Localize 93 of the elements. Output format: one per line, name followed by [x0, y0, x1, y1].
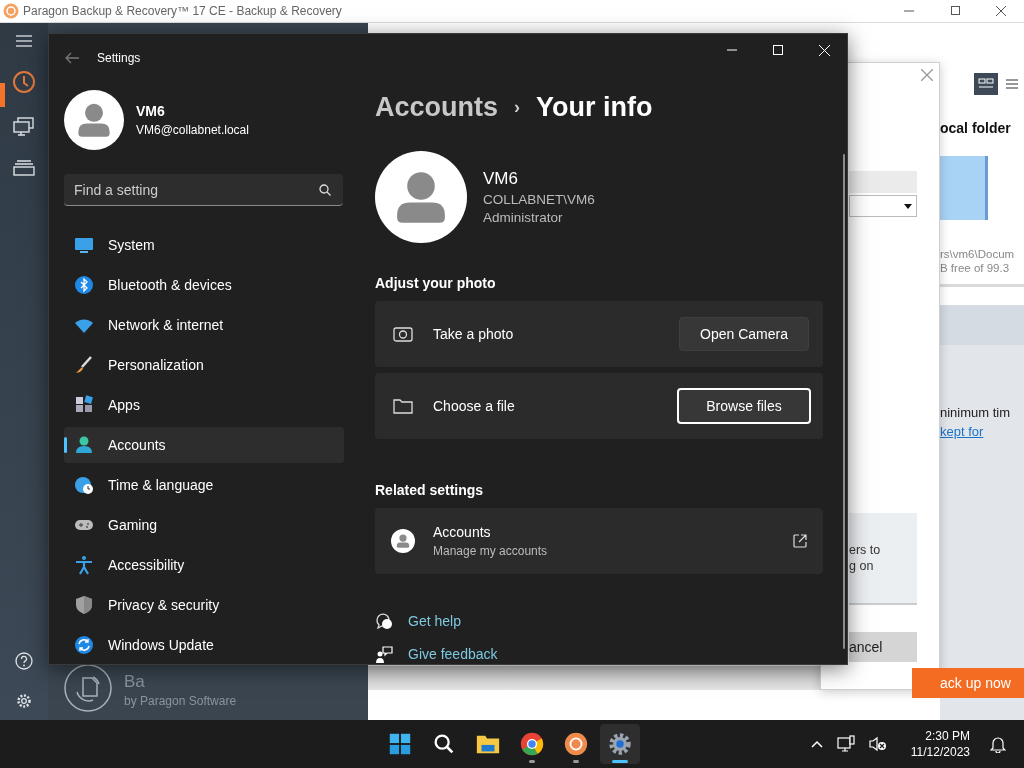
chevron-up-icon[interactable]	[810, 740, 823, 748]
window-title: Settings	[97, 51, 141, 65]
profile-name: VM6	[483, 169, 519, 189]
feedback-icon	[375, 645, 393, 663]
shield-icon	[74, 595, 94, 615]
clock-time[interactable]: 2:30 PM	[925, 728, 970, 744]
globe-icon	[74, 475, 94, 495]
breadcrumb-separator: ›	[514, 97, 521, 118]
clock-icon[interactable]	[12, 70, 36, 94]
page-title: Your info	[536, 92, 653, 123]
brush-icon	[74, 355, 94, 375]
clock-date[interactable]: 11/12/2023	[910, 744, 970, 760]
person-icon	[74, 435, 94, 455]
network-icon[interactable]	[836, 735, 855, 753]
nav-item[interactable]: Apps	[64, 387, 344, 423]
grid-view-icon[interactable]	[974, 73, 998, 95]
setting-label: Choose a file	[433, 398, 515, 414]
monitor-icon	[74, 235, 94, 255]
note-text: g on	[849, 559, 875, 573]
breadcrumb-link[interactable]: Accounts	[375, 92, 499, 123]
vendor-name: by Paragon Software	[124, 694, 237, 708]
related-title: Accounts	[433, 524, 492, 540]
back-arrow-icon[interactable]	[65, 52, 79, 64]
text-field[interactable]	[849, 171, 917, 193]
apps-icon	[74, 395, 94, 415]
nav-item[interactable]: Gaming	[64, 507, 344, 543]
nav-item[interactable]: Windows Update	[64, 627, 344, 663]
external-link-icon	[793, 534, 807, 548]
action-button[interactable]: Open Camera	[679, 317, 809, 351]
start-icon	[387, 731, 413, 757]
free-space-text: B free of 99.3	[940, 262, 1011, 274]
avatar-icon	[64, 90, 124, 150]
scrollbar[interactable]	[843, 154, 845, 649]
bell-icon[interactable]	[990, 735, 1006, 753]
folder-icon	[393, 398, 413, 414]
setting-label: Take a photo	[433, 326, 514, 342]
settings-icon[interactable]	[15, 692, 33, 710]
help-chat-icon	[375, 612, 393, 630]
account-role: Administrator	[483, 210, 564, 225]
monitors-icon[interactable]	[13, 117, 35, 137]
action-button[interactable]: Browse files	[677, 388, 811, 424]
nav-item[interactable]: Privacy & security	[64, 587, 344, 623]
section-heading: Adjust your photo	[375, 275, 497, 291]
dropdown[interactable]	[849, 195, 917, 217]
destination-title: ocal folder	[940, 120, 1012, 136]
app-logo-icon	[3, 3, 19, 19]
path-text: rs\vm6\Docum	[940, 248, 1016, 260]
backup-logo-icon	[64, 664, 112, 712]
drives-icon[interactable]	[13, 160, 35, 176]
active-indicator	[0, 83, 5, 107]
nav-item[interactable]: Bluetooth & devices	[64, 267, 344, 303]
browser-icon	[519, 731, 545, 757]
search-icon	[319, 184, 331, 196]
nav-item[interactable]: Accounts	[64, 427, 344, 463]
maximize-icon	[950, 6, 960, 16]
nav-item[interactable]: Accessibility	[64, 547, 344, 583]
cancel-button[interactable]: ancel	[849, 632, 917, 662]
close-icon	[996, 6, 1006, 16]
accessibility-icon	[74, 555, 94, 575]
muted-speaker-icon[interactable]	[868, 736, 887, 752]
nav-item[interactable]: Network & internet	[64, 307, 344, 343]
nav-item[interactable]: Time & language	[64, 467, 344, 503]
account-name: COLLABNET\VM6	[483, 192, 595, 207]
related-subtitle: Manage my accounts	[433, 544, 548, 558]
nav-item[interactable]: System	[64, 227, 344, 263]
maximize-icon	[773, 45, 783, 55]
gear-icon	[607, 731, 633, 757]
caret-icon	[904, 203, 912, 209]
help-link[interactable]: Get help	[408, 613, 461, 629]
search-field[interactable]: Find a setting	[64, 174, 343, 206]
retention-link[interactable]: kept for	[940, 424, 1024, 439]
retention-text: ninimum tim	[940, 405, 1012, 420]
menu-icon[interactable]	[16, 35, 32, 47]
note-text: ers to	[849, 543, 882, 557]
taskbar-button[interactable]	[600, 724, 640, 764]
window-title: Paragon Backup & Recovery™ 17 CE - Backup & Recovery	[23, 4, 342, 18]
help-link[interactable]: Give feedback	[408, 646, 498, 662]
product-name: Ba	[124, 672, 146, 692]
close-icon	[818, 44, 830, 56]
refresh-icon	[74, 635, 94, 655]
section-heading: Related settings	[375, 482, 485, 498]
backup-app-icon	[563, 731, 589, 757]
camera-icon	[393, 325, 413, 343]
related-link-card[interactable]: Accounts Manage my accounts	[375, 508, 823, 574]
user-name: VM6	[136, 103, 166, 119]
bluetooth-icon	[74, 275, 94, 295]
help-icon[interactable]	[15, 652, 33, 670]
user-email: VM6@collabnet.local	[136, 123, 249, 137]
close-icon[interactable]	[921, 69, 933, 81]
folder-icon	[940, 156, 988, 220]
avatar-icon	[391, 529, 415, 553]
nav-item[interactable]: Personalization	[64, 347, 344, 383]
avatar-icon	[375, 151, 467, 243]
